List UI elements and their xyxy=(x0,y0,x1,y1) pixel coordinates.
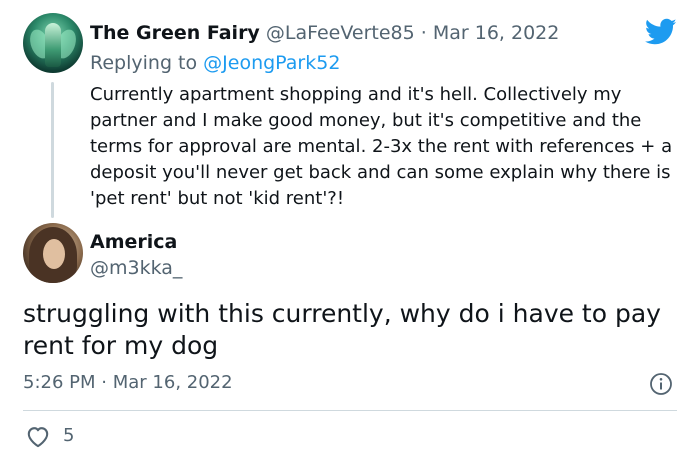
parent-date[interactable]: Mar 16, 2022 xyxy=(433,22,560,44)
parent-display-name[interactable]: The Green Fairy xyxy=(90,22,260,44)
main-handle[interactable]: @m3kka_ xyxy=(90,256,182,280)
divider xyxy=(23,410,677,411)
tweet-time: 5:26 PM xyxy=(23,372,96,393)
parent-tweet-text: Currently apartment shopping and it's he… xyxy=(90,84,673,209)
like-count[interactable]: 5 xyxy=(63,424,74,448)
replying-prefix: Replying to xyxy=(90,52,204,74)
heart-icon[interactable] xyxy=(25,424,51,448)
replying-to-line: Replying to @JeongPark52 xyxy=(90,50,340,76)
parent-handle[interactable]: @LaFeeVerte85 xyxy=(266,22,415,44)
parent-avatar[interactable] xyxy=(23,13,83,73)
timestamp-separator: · xyxy=(101,372,107,393)
tweet-date: Mar 16, 2022 xyxy=(112,372,233,393)
main-tweet-text: struggling with this currently, why do i… xyxy=(23,299,661,360)
info-icon[interactable] xyxy=(649,372,673,396)
parent-tweet-header: The Green Fairy @LaFeeVerte85 · Mar 16, … xyxy=(90,20,559,46)
avatar-art-figure xyxy=(45,23,61,67)
tweet-card: The Green Fairy @LaFeeVerte85 · Mar 16, … xyxy=(0,0,700,462)
replying-to-mention-link[interactable]: @JeongPark52 xyxy=(203,52,340,74)
parent-separator: · xyxy=(420,22,427,44)
tweet-timestamp[interactable]: 5:26 PM · Mar 16, 2022 xyxy=(23,371,233,395)
avatar-art-face xyxy=(43,239,65,269)
main-display-name[interactable]: America xyxy=(90,230,177,254)
twitter-bird-icon[interactable] xyxy=(645,18,677,46)
thread-connector-line xyxy=(51,82,54,218)
main-avatar[interactable] xyxy=(23,223,83,283)
